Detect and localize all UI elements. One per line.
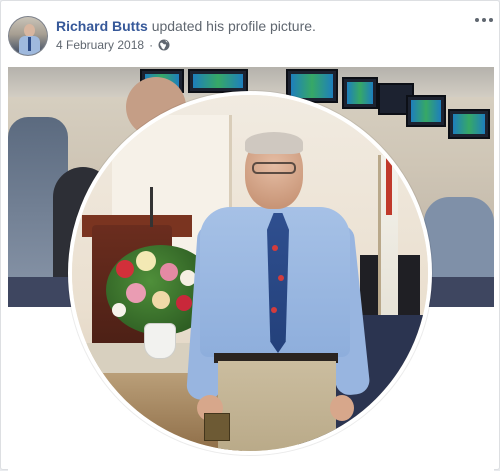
more-dot [489,18,493,22]
flower [136,251,156,271]
more-options-icon[interactable] [475,13,493,27]
flower [126,283,146,303]
author-name-link[interactable]: Richard Butts [56,18,148,34]
cover-monitor [448,109,490,139]
man-tie [267,213,289,353]
vase [144,323,176,359]
man-hand [330,395,354,421]
more-dot [482,18,486,22]
post-action-text: updated his profile picture. [151,18,316,34]
avatar-tie [28,37,31,51]
post-photo-area[interactable] [8,67,494,471]
flower [116,260,134,278]
feed-post-card: Richard Butts updated his profile pictur… [0,0,500,471]
profile-picture[interactable] [68,91,432,455]
author-avatar[interactable] [8,16,48,56]
man-hair [245,132,303,154]
post-meta: 4 February 2018 · [56,38,170,52]
book [204,413,230,441]
flag-stripe [386,155,392,215]
post-date-link[interactable]: 4 February 2018 [56,38,144,52]
post-header: Richard Butts updated his profile pictur… [1,1,500,67]
tie-pattern [278,275,284,281]
tie-pattern [272,245,278,251]
flower [176,295,192,311]
man-glasses [252,162,296,174]
man-pants [218,361,336,451]
cover-monitor [188,69,248,93]
globe-icon[interactable] [158,39,170,51]
post-title-line: Richard Butts updated his profile pictur… [56,18,316,34]
more-dot [475,18,479,22]
flower [160,263,178,281]
meta-separator: · [149,38,154,52]
tie-pattern [271,307,277,313]
flower [112,303,126,317]
microphone [150,187,153,227]
flower [152,291,170,309]
